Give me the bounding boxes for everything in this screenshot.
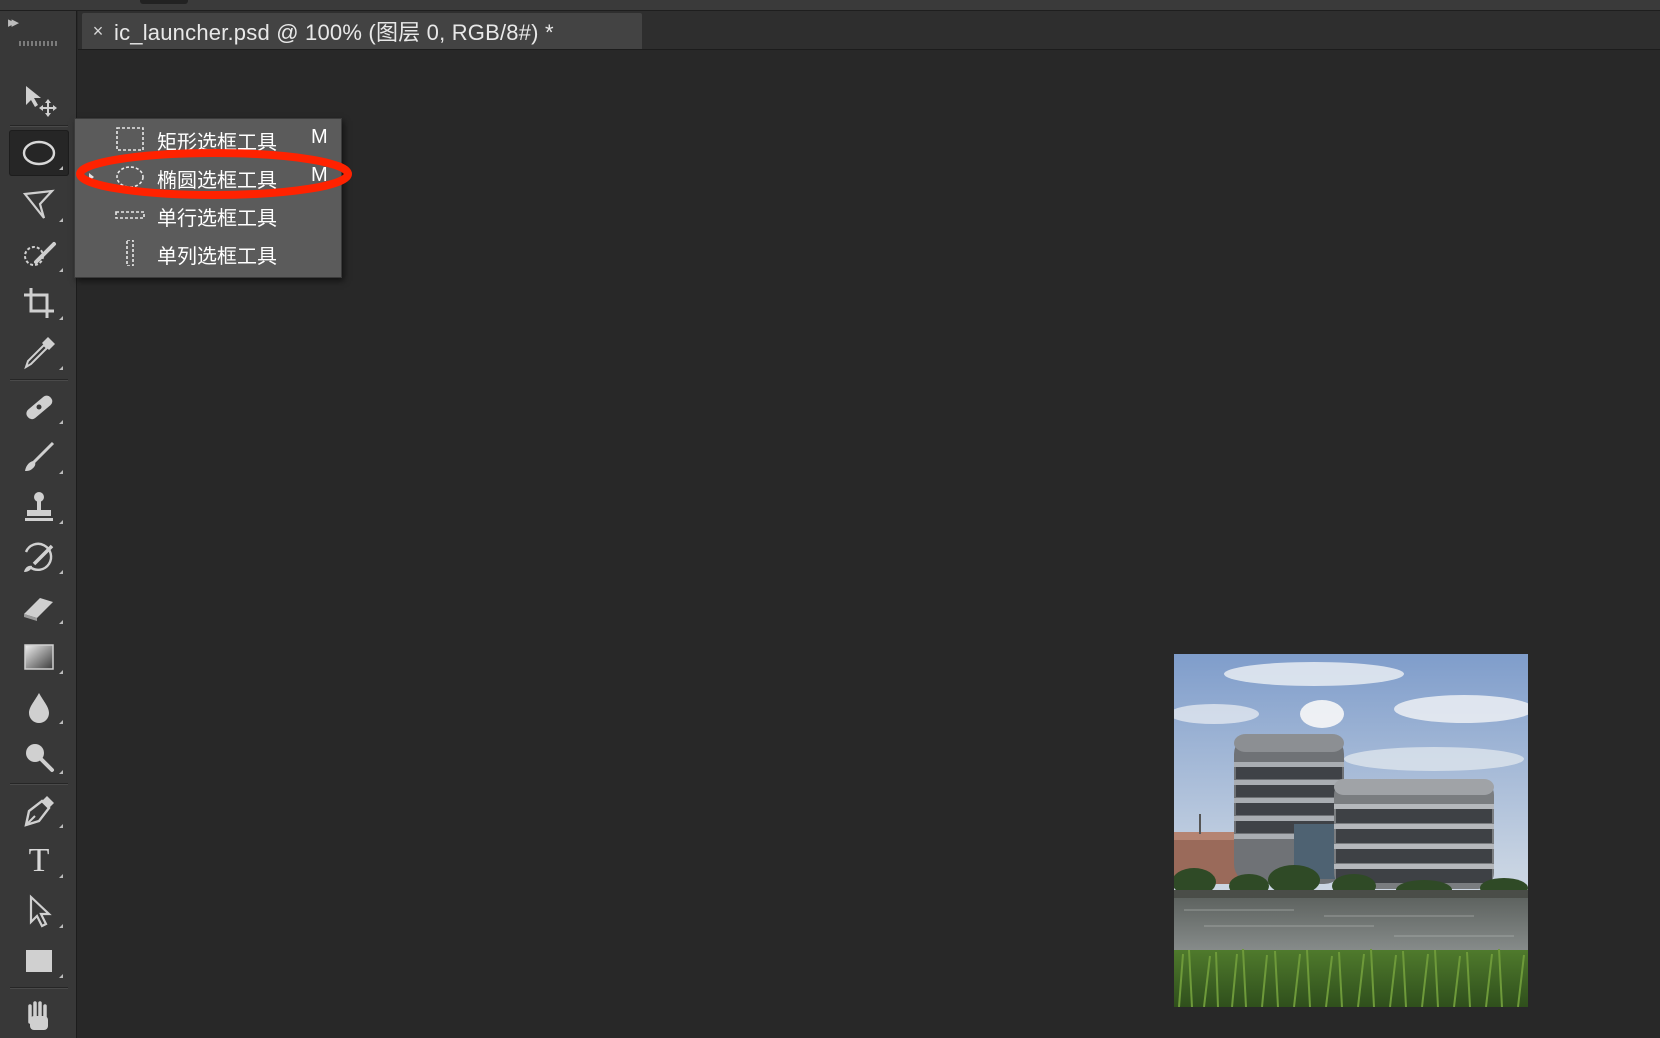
move-tool-icon[interactable]	[9, 77, 69, 123]
red-highlight-ellipse	[76, 149, 352, 199]
healing-brush-tool-icon[interactable]	[9, 384, 69, 430]
clone-stamp-tool-icon[interactable]	[9, 484, 69, 530]
elliptical-marquee-tool-icon[interactable]	[9, 130, 69, 176]
rectangle-tool-icon[interactable]	[9, 938, 69, 984]
blur-tool-icon[interactable]	[9, 684, 69, 730]
brush-tool-icon[interactable]	[9, 434, 69, 480]
type-tool-glyph: T	[28, 842, 50, 879]
top-panel-strip	[0, 0, 1660, 11]
dodge-tool-icon[interactable]	[9, 734, 69, 780]
panel-grip[interactable]	[19, 41, 59, 46]
canvas-photo	[1174, 654, 1528, 1007]
hand-tool-icon[interactable]	[9, 992, 69, 1038]
eyedropper-tool-icon[interactable]	[9, 330, 69, 376]
document-tab-title: ic_launcher.psd @ 100% (图层 0, RGB/8#) *	[114, 20, 554, 45]
document-tab[interactable]: × ic_launcher.psd @ 100% (图层 0, RGB/8#) …	[82, 13, 642, 49]
path-selection-tool-icon[interactable]	[9, 888, 69, 934]
flyout-item-single-column-marquee[interactable]: 单列选框工具	[75, 235, 341, 271]
close-tab-icon[interactable]: ×	[82, 21, 114, 42]
flyout-item-label: 单行选框工具	[157, 208, 277, 230]
type-tool-icon[interactable]: T	[9, 838, 69, 884]
flyout-item-shortcut: M	[311, 126, 328, 148]
panel-drag-handle[interactable]	[140, 0, 188, 4]
quick-selection-tool-icon[interactable]	[9, 232, 69, 278]
polygonal-lasso-tool-icon[interactable]	[9, 182, 69, 228]
history-brush-tool-icon[interactable]	[9, 534, 69, 580]
flyout-item-single-row-marquee[interactable]: 单行选框工具	[75, 197, 341, 233]
gradient-tool-icon[interactable]	[9, 634, 69, 680]
pen-tool-icon[interactable]	[9, 788, 69, 834]
flyout-item-label: 单列选框工具	[157, 246, 277, 268]
collapse-panel-icon[interactable]: ▸▸	[8, 13, 19, 31]
single-column-marquee-icon	[115, 239, 145, 267]
photoshop-window: × ic_launcher.psd @ 100% (图层 0, RGB/8#) …	[0, 0, 1660, 1038]
crop-tool-icon[interactable]	[9, 280, 69, 326]
document-tab-bar: × ic_launcher.psd @ 100% (图层 0, RGB/8#) …	[78, 11, 1660, 50]
single-row-marquee-icon	[115, 202, 145, 228]
eraser-tool-icon[interactable]	[9, 584, 69, 630]
tools-panel: ▸▸ T	[0, 11, 77, 1038]
